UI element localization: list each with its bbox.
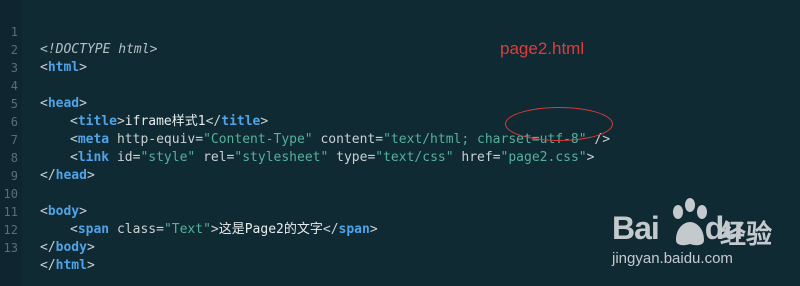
punct: </	[40, 258, 56, 273]
code-editor[interactable]: 1 <!DOCTYPE html> 2 <html> 3 4 <head> 5 …	[0, 0, 800, 286]
baidu-jingyan-watermark: Bai du 经验 jingyan.baidu.com	[612, 198, 792, 278]
tag-name: body	[55, 240, 87, 255]
tag-name: html	[55, 258, 87, 273]
code-line[interactable]: 4 <head>	[0, 59, 800, 111]
code-line[interactable]: 3	[0, 41, 800, 75]
code-line[interactable]: 1 <!DOCTYPE html>	[0, 5, 800, 57]
code-line[interactable]: 9	[0, 149, 800, 183]
code-line[interactable]: 6 <meta http-equiv="Content-Type" conten…	[0, 95, 800, 147]
jingyan-text: 经验	[720, 220, 773, 250]
paw-icon	[673, 198, 707, 246]
code-line[interactable]: 7 <link id="style" rel="stylesheet" type…	[0, 113, 800, 165]
code-line[interactable]: 5 <title>iframe样式1</title>	[0, 77, 800, 129]
watermark-url: jingyan.baidu.com	[612, 250, 733, 267]
punct: >	[86, 258, 95, 273]
code-line[interactable]: 8 </head>	[0, 131, 800, 183]
annotation-ellipse	[505, 107, 613, 141]
punct: </	[40, 240, 56, 255]
annotation-label: page2.html	[500, 39, 585, 58]
code-line[interactable]: 10 <body>	[0, 167, 800, 219]
code-line[interactable]: 2 <html>	[0, 23, 800, 75]
line-number: 13	[3, 241, 18, 255]
logo-text-left: Bai	[612, 210, 660, 246]
punct: >	[86, 240, 95, 255]
